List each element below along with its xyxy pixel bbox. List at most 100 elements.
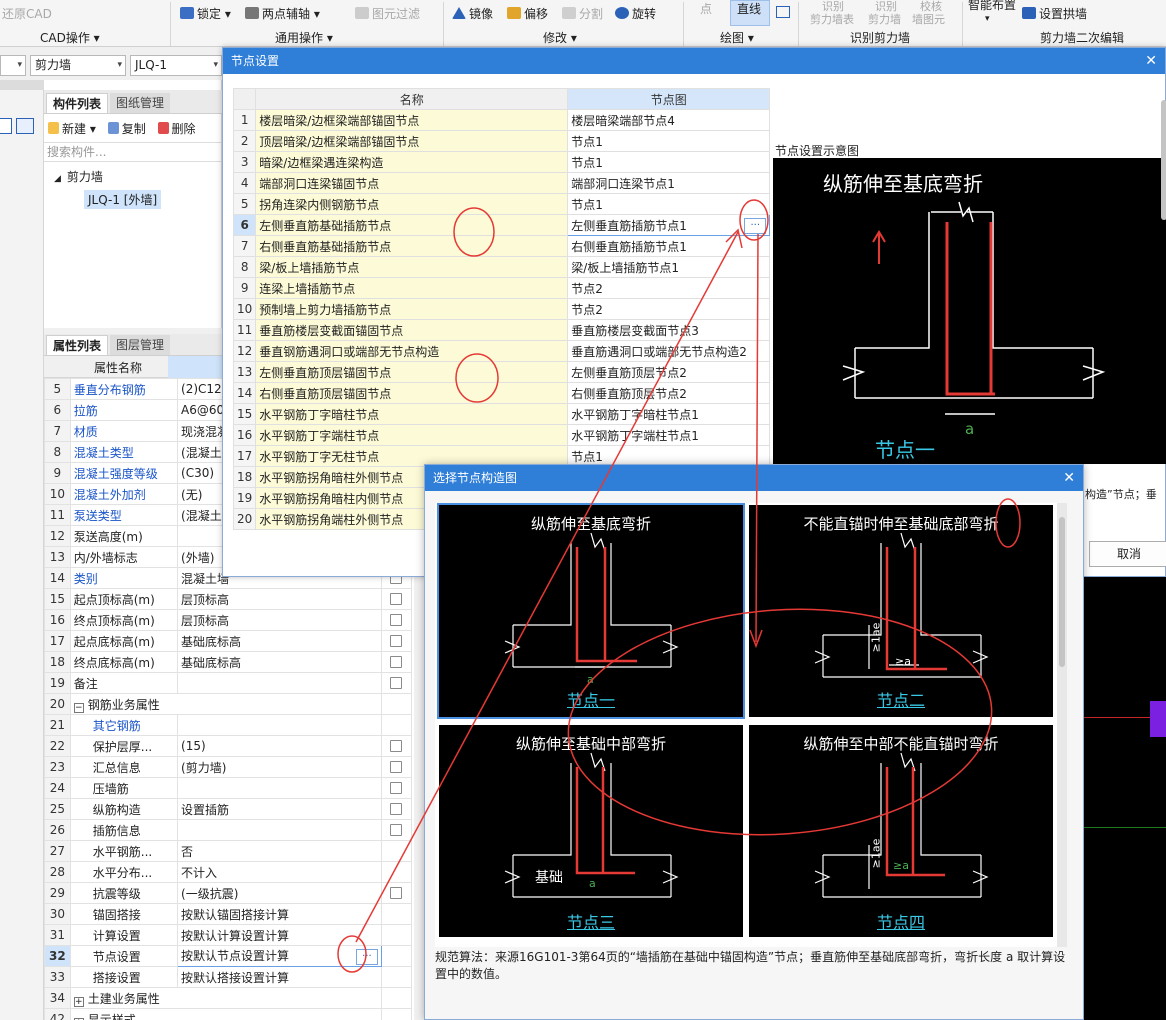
node-row-value[interactable]: 节点1 xyxy=(567,151,771,173)
property-row[interactable]: 18 终点底标高(m) 基础底标高 xyxy=(44,651,413,673)
node-row-value[interactable]: 右侧垂直筋插筋节点1 xyxy=(567,235,771,257)
node-row[interactable]: 2 顶层暗梁/边框梁端部锚固节点 节点1 xyxy=(232,130,771,152)
property-value[interactable]: 按默认节点设置计算 ··· xyxy=(177,945,382,967)
property-value[interactable]: 设置插筋 xyxy=(177,798,382,820)
node-row[interactable]: 10 预制墙上剪力墙插筋节点 节点2 xyxy=(232,298,771,320)
node-row-value[interactable]: 水平钢筋丁字暗柱节点1 xyxy=(567,403,771,425)
node-row-value[interactable]: 节点1 xyxy=(567,193,771,215)
tree-item-jlq1[interactable]: JLQ-1 [外墙] xyxy=(84,190,162,209)
property-value[interactable]: 按默认锚固搭接计算 xyxy=(177,903,382,925)
checkbox[interactable] xyxy=(390,782,403,794)
property-row[interactable]: 15 起点顶标高(m) 层顶标高 xyxy=(44,588,413,610)
tree-root[interactable]: ◢ 剪力墙 xyxy=(54,168,103,185)
checkbox[interactable] xyxy=(390,593,403,605)
property-value[interactable] xyxy=(177,819,382,841)
cad-canvas[interactable] xyxy=(1084,577,1166,1020)
property-value[interactable] xyxy=(177,777,382,799)
property-value[interactable]: 基础底标高 xyxy=(177,630,382,652)
node-row-value[interactable]: 节点2 xyxy=(567,298,771,320)
copy-button[interactable]: 复制 xyxy=(107,122,146,136)
property-row[interactable]: 33 搭接设置 按默认搭接设置计算 xyxy=(44,966,413,988)
ellipsis-button[interactable]: ··· xyxy=(355,949,378,965)
property-value[interactable] xyxy=(177,714,382,736)
property-row[interactable]: 29 抗震等级 (一级抗震) xyxy=(44,882,413,904)
name-select[interactable]: JLQ-1 ▾ xyxy=(130,55,222,76)
tab-component-list[interactable]: 构件列表 xyxy=(46,93,109,113)
property-value[interactable]: 基础底标高 xyxy=(177,651,382,673)
node-row[interactable]: 7 右侧垂直筋基础插筋节点 右侧垂直筋插筋节点1 xyxy=(232,235,771,257)
rotate-button[interactable]: 旋转 xyxy=(615,5,656,23)
property-value[interactable]: 否 xyxy=(177,840,382,862)
general-ops-group[interactable]: 通用操作 ▾ xyxy=(275,30,333,46)
check-wall-label-2[interactable]: 墙图元 xyxy=(912,13,945,27)
check-wall-label-1[interactable]: 校核 xyxy=(920,0,942,14)
property-row[interactable]: 16 终点顶标高(m) 层顶标高 xyxy=(44,609,413,631)
line-button[interactable]: 直线 xyxy=(737,0,761,18)
checkbox[interactable] xyxy=(390,740,403,752)
node-row[interactable]: 3 暗梁/边框梁遇连梁构造 节点1 xyxy=(232,151,771,173)
set-arch-button[interactable]: 设置拱墙 xyxy=(1022,5,1087,23)
property-row[interactable]: 22 保护层厚... (15) xyxy=(44,735,413,757)
checkbox[interactable] xyxy=(390,761,403,773)
property-row[interactable]: 20− 钢筋业务属性 xyxy=(44,693,413,715)
property-row[interactable]: 27 水平钢筋... 否 xyxy=(44,840,413,862)
checkbox[interactable] xyxy=(390,803,403,815)
point-button[interactable]: 点 xyxy=(700,0,712,18)
node-row[interactable]: 15 水平钢筋丁字暗柱节点 水平钢筋丁字暗柱节点1 xyxy=(232,403,771,425)
property-row[interactable]: 21 其它钢筋 xyxy=(44,714,413,736)
type-select[interactable]: 剪力墙 ▾ xyxy=(30,55,126,76)
property-row[interactable]: 23 汇总信息 (剪力墙) xyxy=(44,756,413,778)
property-value[interactable]: (一级抗震) xyxy=(177,882,382,904)
property-row[interactable]: 32 节点设置 按默认节点设置计算 ··· xyxy=(44,945,413,967)
tab-drawing-management[interactable]: 图纸管理 xyxy=(110,93,171,113)
checkbox[interactable] xyxy=(390,677,403,689)
property-row[interactable]: 25 纵筋构造 设置插筋 xyxy=(44,798,413,820)
identify-wall-label-1[interactable]: 识别 xyxy=(875,0,897,14)
node-row-value[interactable]: 水平钢筋丁字端柱节点1 xyxy=(567,424,771,446)
component-search-input[interactable]: 搜索构件... xyxy=(44,142,222,162)
delete-button[interactable]: 删除 xyxy=(157,122,196,136)
node-option-3[interactable]: 纵筋伸至基础中部弯折 基础 a 节点三 xyxy=(439,725,743,937)
node-row-value[interactable]: 梁/板上墙插筋节点1 xyxy=(567,256,771,278)
property-value[interactable]: 层顶标高 xyxy=(177,588,382,610)
property-row[interactable]: 17 起点底标高(m) 基础底标高 xyxy=(44,630,413,652)
property-value[interactable]: 层顶标高 xyxy=(177,609,382,631)
node-row-value[interactable]: 垂直筋楼层变截面节点3 xyxy=(567,319,771,341)
identify-wall-table-label-2[interactable]: 剪力墙表 xyxy=(810,13,854,27)
close-icon[interactable]: ✕ xyxy=(1063,465,1075,491)
property-value[interactable]: 不计入 xyxy=(177,861,382,883)
property-value[interactable] xyxy=(177,672,382,694)
property-value[interactable]: 按默认计算设置计算 xyxy=(177,924,382,946)
expand-toggle-icon[interactable]: − xyxy=(73,702,84,713)
two-point-axis-button[interactable]: 两点辅轴 ▾ xyxy=(245,5,320,23)
property-value[interactable]: (15) xyxy=(177,735,382,757)
identify-wall-label-2[interactable]: 剪力墙 xyxy=(868,13,901,27)
checkbox[interactable] xyxy=(390,656,403,668)
property-value[interactable]: 按默认搭接设置计算 xyxy=(177,966,382,988)
modify-group[interactable]: 修改 ▾ xyxy=(543,30,577,46)
layer-filter-button[interactable]: 图元过滤 xyxy=(355,5,420,23)
offset-button[interactable]: 偏移 xyxy=(507,5,548,23)
option-scrollbar[interactable] xyxy=(1057,503,1067,947)
new-button[interactable]: 新建 ▾ xyxy=(48,122,96,136)
smart-layout-dropdown-icon[interactable]: ▾ xyxy=(985,10,990,28)
node-row[interactable]: 12 垂直钢筋遇洞口或端部无节点构造 垂直筋遇洞口或端部无节点构造2 xyxy=(232,340,771,362)
split-button[interactable]: 分割 xyxy=(562,5,603,23)
node-row-value[interactable]: 垂直筋遇洞口或端部无节点构造2 xyxy=(567,340,771,362)
mirror-button[interactable]: 镜像 xyxy=(452,5,493,23)
node-row[interactable]: 6 左侧垂直筋基础插筋节点 左侧垂直筋插筋节点1 ··· xyxy=(232,214,771,236)
checkbox[interactable] xyxy=(390,614,403,626)
node-row-value[interactable]: 右侧垂直筋顶层节点2 xyxy=(567,382,771,404)
view-toggle-icon[interactable] xyxy=(0,118,12,134)
smart-layout-button[interactable]: 智能布置 xyxy=(968,0,1016,14)
floor-select[interactable]: ▾ xyxy=(0,55,26,76)
close-icon[interactable]: ✕ xyxy=(1145,48,1157,74)
property-row[interactable]: 19 备注 xyxy=(44,672,413,694)
node-row[interactable]: 14 右侧垂直筋顶层锚固节点 右侧垂直筋顶层节点2 xyxy=(232,382,771,404)
tab-layer-management[interactable]: 图层管理 xyxy=(110,335,171,355)
property-row[interactable]: 31 计算设置 按默认计算设置计算 xyxy=(44,924,413,946)
cad-ops-group[interactable]: CAD操作 ▾ xyxy=(40,30,100,46)
property-row[interactable]: 42+显示样式 xyxy=(44,1008,413,1020)
draw-group[interactable]: 绘图 ▾ xyxy=(720,30,754,46)
checkbox[interactable] xyxy=(390,635,403,647)
